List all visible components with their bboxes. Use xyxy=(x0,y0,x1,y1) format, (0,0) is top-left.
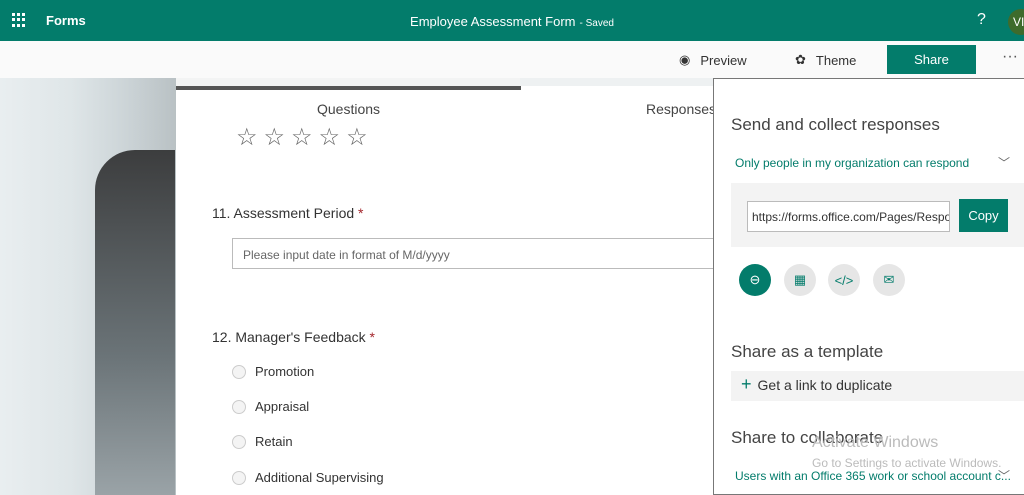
share-panel: Send and collect responses Only people i… xyxy=(713,78,1024,495)
rating-stars[interactable]: ☆☆☆☆☆ xyxy=(236,123,374,152)
form-title-text: Employee Assessment Form xyxy=(410,14,576,29)
radio-button[interactable] xyxy=(232,434,246,449)
template-heading: Share as a template xyxy=(731,342,884,361)
plus-icon: + xyxy=(741,374,752,394)
save-status: - Saved xyxy=(579,18,614,29)
more-options-button[interactable]: ··· xyxy=(1002,48,1018,66)
collaborate-dropdown[interactable]: Users with an Office 365 work or school … xyxy=(735,469,1020,483)
audience-value: Only people in my organization can respo… xyxy=(735,156,970,170)
tab-responses[interactable]: Responses xyxy=(646,101,716,117)
form-title: Employee Assessment Form - Saved xyxy=(0,14,1024,29)
question-12: 12. Manager's Feedback * xyxy=(212,329,375,345)
date-input[interactable]: Please input date in format of M/d/yyyy xyxy=(232,238,722,269)
duplicate-label: Get a link to duplicate xyxy=(757,377,893,393)
option-promotion[interactable]: Promotion xyxy=(232,364,314,379)
avatar[interactable]: VI xyxy=(1008,9,1024,35)
copy-button[interactable]: Copy xyxy=(959,199,1008,232)
option-additional-supervising[interactable]: Additional Supervising xyxy=(232,470,384,485)
tab-questions[interactable]: Questions xyxy=(317,101,380,117)
top-bar: Forms Employee Assessment Form - Saved ? … xyxy=(0,0,1024,41)
email-icon[interactable]: ✉ xyxy=(873,264,905,296)
question-label: 12. Manager's Feedback xyxy=(212,329,366,345)
chevron-down-icon: ﹀ xyxy=(997,469,1010,483)
theme-label: Theme xyxy=(815,52,857,68)
active-tab-indicator xyxy=(176,86,521,90)
background-person-image xyxy=(95,150,175,495)
share-url-field[interactable]: https://forms.office.com/Pages/ResponseP… xyxy=(747,201,950,232)
theme-button[interactable]: ✿ Theme xyxy=(795,52,856,68)
link-icon[interactable]: ⊖ xyxy=(739,264,771,296)
collaborate-value: Users with an Office 365 work or school … xyxy=(735,469,1011,483)
option-label: Retain xyxy=(255,434,293,449)
option-label: Additional Supervising xyxy=(255,470,384,485)
command-bar xyxy=(0,41,1024,78)
chevron-down-icon: ﹀ xyxy=(997,156,1010,170)
embed-icon[interactable]: </> xyxy=(828,264,860,296)
required-marker: * xyxy=(358,205,364,221)
question-label: 11. Assessment Period xyxy=(212,205,355,221)
preview-label: Preview xyxy=(700,52,747,68)
palette-icon: ✿ xyxy=(795,52,806,67)
radio-button[interactable] xyxy=(232,399,246,414)
duplicate-link-button[interactable]: + Get a link to duplicate xyxy=(731,371,1024,401)
question-11: 11. Assessment Period * xyxy=(212,205,364,221)
option-label: Appraisal xyxy=(255,399,310,414)
option-retain[interactable]: Retain xyxy=(232,434,293,449)
send-heading: Send and collect responses xyxy=(731,115,940,134)
option-label: Promotion xyxy=(255,364,315,379)
help-button[interactable]: ? xyxy=(977,11,986,29)
share-button[interactable]: Share xyxy=(887,45,976,74)
eye-icon: ◉ xyxy=(679,52,691,67)
required-marker: * xyxy=(369,329,375,345)
link-box: https://forms.office.com/Pages/ResponseP… xyxy=(731,183,1024,247)
collaborate-heading: Share to collaborate xyxy=(731,428,884,447)
radio-button[interactable] xyxy=(232,364,246,379)
option-appraisal[interactable]: Appraisal xyxy=(232,399,309,414)
qr-code-icon[interactable]: ▦ xyxy=(784,264,816,296)
audience-dropdown[interactable]: Only people in my organization can respo… xyxy=(735,156,1020,170)
preview-button[interactable]: ◉ Preview xyxy=(679,52,747,68)
radio-button[interactable] xyxy=(232,470,246,485)
